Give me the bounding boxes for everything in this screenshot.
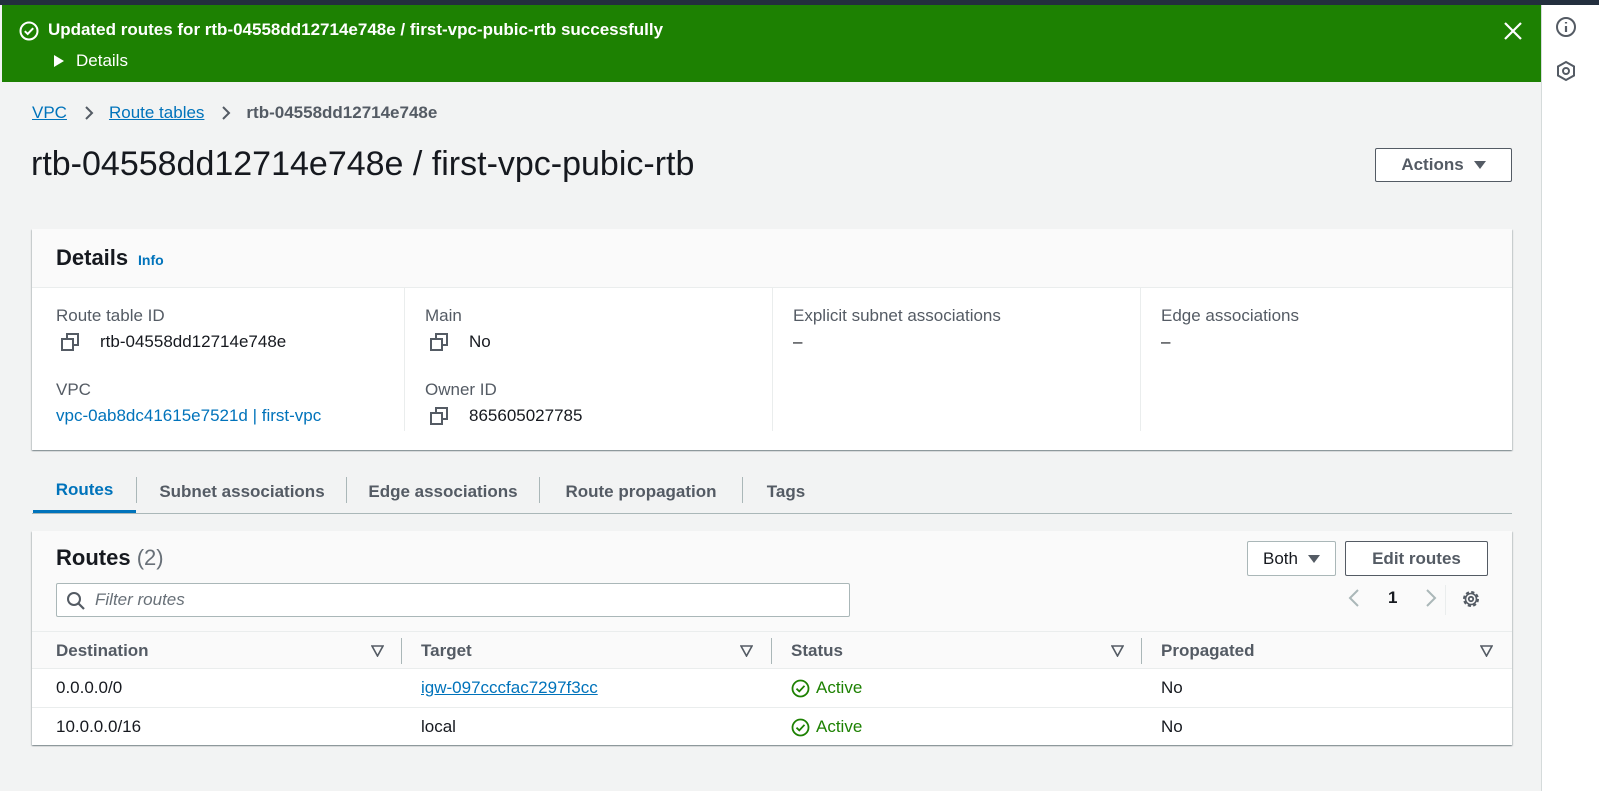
owner-id-text: 865605027785: [469, 406, 583, 425]
breadcrumb-route-tables[interactable]: Route tables: [109, 103, 204, 123]
copy-icon[interactable]: [61, 333, 79, 351]
cell-destination: 10.0.0.0/16: [56, 717, 142, 736]
details-title: Details: [56, 245, 129, 270]
sort-down-icon[interactable]: [371, 645, 384, 657]
status-active-icon: [791, 718, 810, 736]
column-divider: [1141, 638, 1142, 664]
edge-assoc-value: –: [1161, 332, 1171, 351]
route-table-id-label: Route table ID: [56, 306, 165, 325]
routes-panel: Routes (2) Both Edit routes 1: [32, 531, 1512, 745]
tab-subnet-associations[interactable]: Subnet associations: [137, 470, 347, 513]
current-page[interactable]: 1: [1388, 588, 1397, 608]
search-icon: [67, 592, 85, 610]
tab-edge-associations[interactable]: Edge associations: [347, 470, 539, 513]
gear-icon[interactable]: [1460, 588, 1482, 610]
settings-hex-icon[interactable]: [1555, 60, 1577, 82]
sort-down-icon[interactable]: [740, 645, 753, 657]
cell-destination: 0.0.0.0/0: [56, 678, 123, 697]
routes-title: Routes (2): [56, 545, 164, 571]
status-text: Active: [816, 678, 863, 697]
breadcrumb-vpc[interactable]: VPC: [32, 103, 67, 123]
tab-list: Routes Subnet associations Edge associat…: [32, 470, 1512, 514]
breadcrumb: VPC Route tables rtb-04558dd12714e748e: [32, 103, 437, 123]
explicit-subnet-value: –: [793, 332, 803, 351]
chevron-right-icon[interactable]: [1419, 587, 1441, 609]
copy-icon[interactable]: [430, 333, 448, 351]
details-column-1: Route table ID rtb-04558dd12714e748e VPC…: [32, 288, 404, 431]
table-row: 10.0.0.0/16 local Active No: [32, 708, 1512, 747]
success-flash-banner: Updated routes for rtb-04558dd12714e748e…: [2, 5, 1541, 82]
actions-label: Actions: [1401, 155, 1464, 174]
edit-routes-label: Edit routes: [1372, 548, 1461, 568]
caret-down-icon: [1473, 161, 1486, 169]
cell-status: Active: [791, 678, 862, 698]
info-icon[interactable]: [1555, 16, 1577, 38]
edit-routes-button[interactable]: Edit routes: [1345, 541, 1488, 576]
cell-target-link[interactable]: igw-097cccfac7297f3cc: [421, 678, 598, 698]
table-row: 0.0.0.0/0 igw-097cccfac7297f3cc Active N…: [32, 669, 1512, 708]
routes-table-header: Destination Target Status Propagated: [32, 631, 1512, 669]
main-value: No: [430, 332, 491, 352]
vpc-link[interactable]: vpc-0ab8dc41615e7521d | first-vpc: [56, 406, 321, 426]
cell-target: local: [421, 717, 456, 736]
column-divider: [401, 638, 402, 664]
routes-count: (2): [136, 545, 164, 570]
flash-details-label: Details: [76, 51, 128, 70]
owner-id-value: 865605027785: [430, 406, 582, 426]
column-status[interactable]: Status: [791, 641, 843, 661]
column-target[interactable]: Target: [421, 641, 472, 661]
chevron-right-icon: [85, 106, 94, 120]
copy-icon[interactable]: [430, 407, 448, 425]
pagination: 1: [1344, 587, 1441, 609]
details-header: Details Info: [32, 229, 1512, 288]
filter-routes-input[interactable]: [95, 587, 835, 613]
chevron-right-icon: [222, 106, 231, 120]
tab-tags[interactable]: Tags: [743, 470, 829, 513]
column-propagated[interactable]: Propagated: [1161, 641, 1255, 661]
actions-button[interactable]: Actions: [1375, 148, 1512, 182]
pager-divider: [1445, 585, 1446, 615]
route-table-id-text: rtb-04558dd12714e748e: [100, 332, 287, 351]
flash-message: Updated routes for rtb-04558dd12714e748e…: [48, 20, 664, 39]
route-type-select-value: Both: [1263, 548, 1298, 568]
vpc-label: VPC: [56, 380, 91, 399]
breadcrumb-current: rtb-04558dd12714e748e: [246, 103, 438, 122]
sort-down-icon[interactable]: [1111, 645, 1124, 657]
details-column-3: Explicit subnet associations –: [772, 288, 1140, 431]
caret-down-icon: [1307, 554, 1320, 563]
edge-assoc-label: Edge associations: [1161, 306, 1299, 325]
explicit-subnet-label: Explicit subnet associations: [793, 306, 1001, 325]
sort-down-icon[interactable]: [1480, 645, 1493, 657]
owner-id-label: Owner ID: [425, 380, 497, 399]
route-type-select[interactable]: Both: [1247, 541, 1336, 576]
cell-status: Active: [791, 717, 862, 737]
main-text: No: [469, 332, 491, 351]
details-column-4: Edge associations –: [1140, 288, 1512, 431]
page-title: rtb-04558dd12714e748e / first-vpc-pubic-…: [31, 145, 695, 183]
status-text: Active: [816, 717, 863, 736]
info-link[interactable]: Info: [138, 252, 164, 268]
chevron-left-icon[interactable]: [1344, 587, 1366, 609]
flash-details-toggle[interactable]: Details: [54, 51, 128, 71]
details-panel: Details Info Route table ID rtb-04558dd1…: [32, 229, 1512, 450]
tab-route-propagation[interactable]: Route propagation: [540, 470, 742, 513]
details-column-2: Main No Owner ID 865605027785: [404, 288, 772, 431]
routes-title-text: Routes: [56, 545, 131, 570]
column-divider: [771, 638, 772, 664]
tab-routes[interactable]: Routes: [33, 470, 136, 513]
main-label: Main: [425, 306, 462, 325]
caret-right-icon: [54, 55, 64, 67]
right-tools-rail: [1541, 5, 1599, 791]
check-circle-icon: [19, 21, 39, 41]
column-destination[interactable]: Destination: [56, 641, 149, 661]
routes-header: Routes (2) Both Edit routes 1: [32, 531, 1512, 631]
cell-propagated: No: [1161, 717, 1183, 736]
close-icon[interactable]: [1502, 20, 1524, 42]
filter-routes-input-wrap: [56, 583, 850, 617]
route-table-id-value: rtb-04558dd12714e748e: [61, 332, 286, 352]
cell-propagated: No: [1161, 678, 1183, 697]
status-active-icon: [791, 679, 810, 697]
